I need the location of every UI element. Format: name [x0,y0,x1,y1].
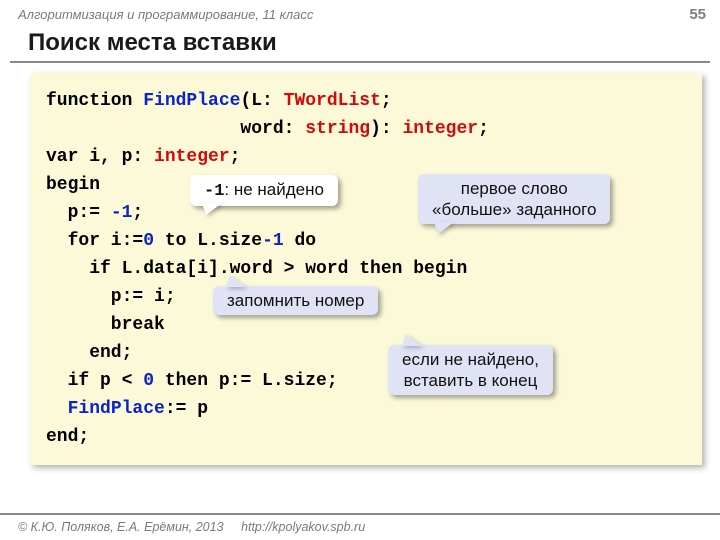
footer-copyright: © К.Ю. Поляков, Е.А. Ерёмин, 2013 [18,520,224,534]
callout-not-found-tail [202,203,222,215]
callout-first-greater-tail [434,222,454,234]
page-number: 55 [689,6,706,23]
callout-not-found: -1: не найдено [190,175,338,206]
callout-remember-index-tail [226,275,246,287]
callout-remember-index: запомнить номер [213,286,378,315]
footer: © К.Ю. Поляков, Е.А. Ерёмин, 2013 http:/… [0,513,720,540]
footer-url: http://kpolyakov.spb.ru [241,520,365,534]
callout-insert-end-tail [402,334,422,346]
title-underline [10,61,710,63]
header-subject: Алгоритмизация и программирование, 11 кл… [18,7,313,22]
slide-title: Поиск места вставки [0,23,720,61]
code-block: function FindPlace(L: TWordList; word: s… [30,73,702,465]
callout-first-greater: первое слово«больше» заданного [418,174,610,224]
code-content: function FindPlace(L: TWordList; word: s… [46,87,692,451]
callout-insert-end: если не найдено,вставить в конец [388,345,553,395]
